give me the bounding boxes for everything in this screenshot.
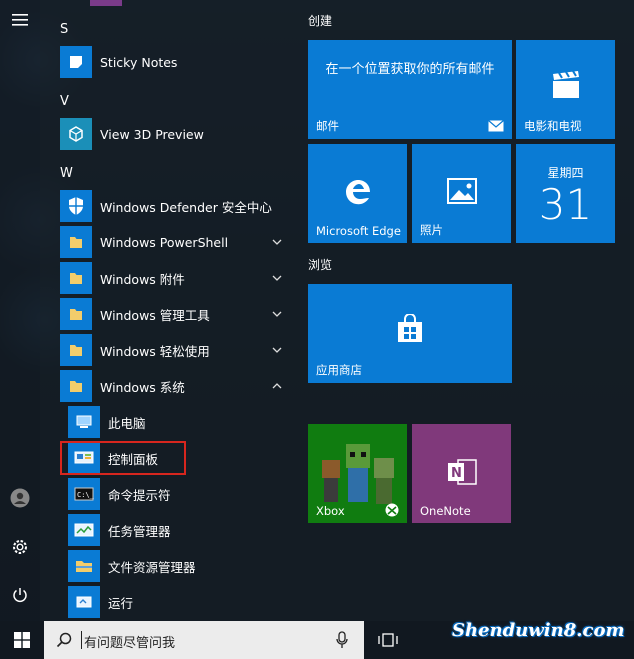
chevron-down-icon[interactable] — [270, 307, 284, 321]
calendar-weekday: 星期四 — [547, 166, 584, 180]
start-button[interactable] — [0, 621, 44, 659]
app-label: Windows Defender 安全中心 — [100, 199, 272, 215]
app-label: 命令提示符 — [108, 487, 171, 503]
app-label: 此电脑 — [108, 415, 146, 431]
app-label: 文件资源管理器 — [108, 559, 196, 575]
task-view-button[interactable] — [372, 621, 404, 659]
app-label: 运行 — [108, 595, 134, 611]
folder-windows-powershell[interactable]: Windows PowerShell — [60, 226, 290, 258]
power-button[interactable] — [0, 575, 40, 615]
letter-header-v[interactable]: V — [60, 94, 69, 109]
chevron-up-icon[interactable] — [270, 379, 284, 393]
app-task-manager[interactable]: 任务管理器 — [68, 514, 298, 546]
clapperboard-icon — [553, 70, 579, 98]
tile-label: OneNote — [420, 504, 471, 518]
start-rail — [0, 0, 40, 621]
computer-icon — [68, 406, 100, 438]
app-sticky-notes[interactable]: Sticky Notes — [60, 46, 290, 78]
tile-photos[interactable]: 照片 — [412, 144, 511, 243]
tile-xbox[interactable]: Xbox — [308, 424, 407, 523]
settings-button[interactable] — [0, 527, 40, 567]
folder-icon — [60, 226, 92, 258]
tile-label: 照片 — [420, 223, 443, 237]
user-icon — [10, 488, 30, 508]
folder-icon — [60, 334, 92, 366]
app-icon-partial — [90, 0, 122, 6]
store-bag-icon — [398, 314, 422, 342]
svg-text:C:\_: C:\_ — [77, 491, 94, 499]
photo-icon — [447, 178, 477, 204]
run-icon — [68, 586, 100, 618]
folder-windows-accessories[interactable]: Windows 附件 — [60, 262, 290, 294]
chevron-down-icon[interactable] — [270, 235, 284, 249]
cube-icon — [60, 118, 92, 150]
tile-onenote[interactable]: N OneNote — [412, 424, 511, 523]
file-explorer-icon — [68, 550, 100, 582]
folder-icon — [60, 262, 92, 294]
tile-store[interactable]: 应用商店 — [308, 284, 512, 383]
app-run[interactable]: 运行 — [68, 586, 298, 618]
letter-header-w[interactable]: W — [60, 166, 73, 181]
user-account-button[interactable] — [0, 478, 40, 518]
power-icon — [13, 588, 27, 603]
group-title-create[interactable]: 创建 — [308, 12, 332, 29]
app-label: 任务管理器 — [108, 523, 171, 539]
folder-icon — [60, 370, 92, 402]
xbox-logo-icon — [385, 503, 399, 517]
sticky-notes-icon — [60, 46, 92, 78]
windows-logo-icon — [14, 632, 30, 648]
gear-icon — [13, 540, 27, 554]
search-box[interactable]: 有问题尽管问我 — [44, 621, 364, 659]
tile-mail[interactable]: 在一个位置获取你的所有邮件 邮件 — [308, 40, 512, 139]
terminal-icon: C:\_ — [68, 478, 100, 510]
tile-label: Xbox — [316, 504, 345, 518]
hamburger-menu-button[interactable] — [0, 0, 40, 40]
app-label: Windows 轻松使用 — [100, 343, 210, 359]
shield-icon — [60, 190, 92, 222]
svg-text:N: N — [451, 466, 462, 481]
app-label: Windows 系统 — [100, 379, 185, 395]
text-caret — [81, 631, 82, 649]
edge-icon — [346, 180, 370, 205]
app-command-prompt[interactable]: C:\_ 命令提示符 — [68, 478, 298, 510]
search-placeholder: 有问题尽管问我 — [84, 636, 176, 651]
tile-movies-tv[interactable]: 电影和电视 — [516, 40, 615, 139]
highlight-box — [60, 441, 186, 475]
folder-windows-system[interactable]: Windows 系统 — [60, 370, 290, 402]
chevron-down-icon[interactable] — [270, 343, 284, 357]
onenote-icon: N — [448, 459, 477, 485]
calendar-date: 31 — [538, 180, 593, 229]
mail-promo-text: 在一个位置获取你的所有邮件 — [325, 62, 495, 77]
app-label: Windows 管理工具 — [100, 307, 210, 323]
task-view-icon — [378, 633, 398, 647]
app-label: Sticky Notes — [100, 54, 178, 70]
app-label: Windows 附件 — [100, 271, 185, 287]
app-windows-defender[interactable]: Windows Defender 安全中心 — [60, 190, 290, 222]
app-view-3d-preview[interactable]: View 3D Preview — [60, 118, 290, 150]
app-label: Windows PowerShell — [100, 234, 229, 250]
tile-label: 邮件 — [316, 119, 339, 133]
tile-calendar[interactable]: 星期四 31 — [516, 144, 615, 243]
app-this-pc[interactable]: 此电脑 — [68, 406, 298, 438]
task-manager-icon — [68, 514, 100, 546]
tile-microsoft-edge[interactable]: Microsoft Edge — [308, 144, 407, 243]
search-icon — [56, 632, 72, 648]
folder-windows-admin-tools[interactable]: Windows 管理工具 — [60, 298, 290, 330]
group-title-browse[interactable]: 浏览 — [308, 256, 332, 273]
folder-windows-ease-of-access[interactable]: Windows 轻松使用 — [60, 334, 290, 366]
app-label: View 3D Preview — [100, 126, 204, 142]
hamburger-icon — [12, 14, 28, 26]
tile-label: 应用商店 — [316, 363, 362, 377]
microphone-icon[interactable] — [336, 631, 348, 649]
tile-label: 电影和电视 — [524, 119, 582, 133]
letter-header-s[interactable]: S — [60, 22, 68, 37]
chevron-down-icon[interactable] — [270, 271, 284, 285]
xbox-characters-icon — [322, 444, 394, 504]
watermark: Shenduwin8.com — [452, 620, 625, 641]
tile-label: Microsoft Edge — [316, 224, 401, 238]
folder-icon — [60, 298, 92, 330]
app-file-explorer[interactable]: 文件资源管理器 — [68, 550, 298, 582]
mail-icon — [488, 120, 504, 132]
